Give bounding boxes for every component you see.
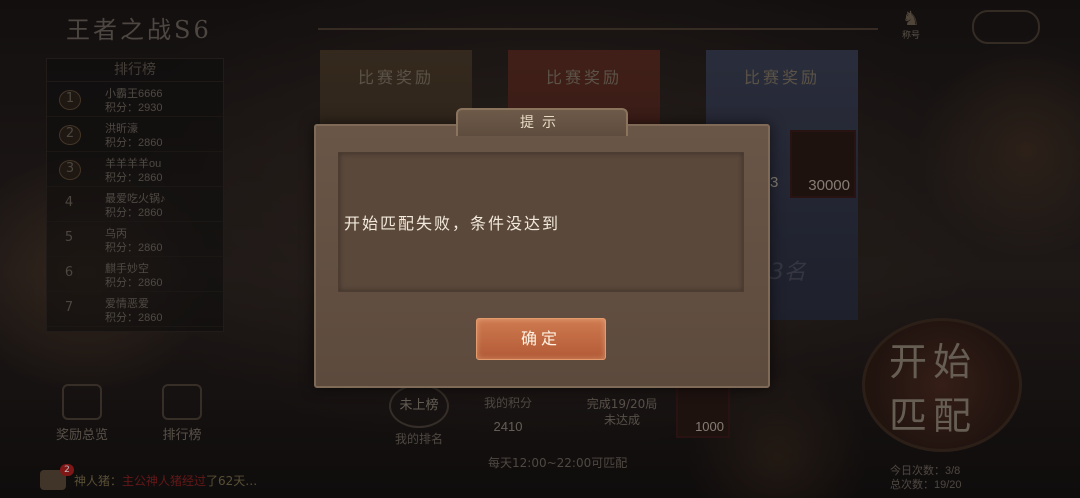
dialog-title: 提示	[456, 108, 628, 136]
dialog-message: 开始匹配失败，条件没达到	[344, 214, 561, 233]
confirm-button[interactable]: 确定	[476, 318, 606, 360]
